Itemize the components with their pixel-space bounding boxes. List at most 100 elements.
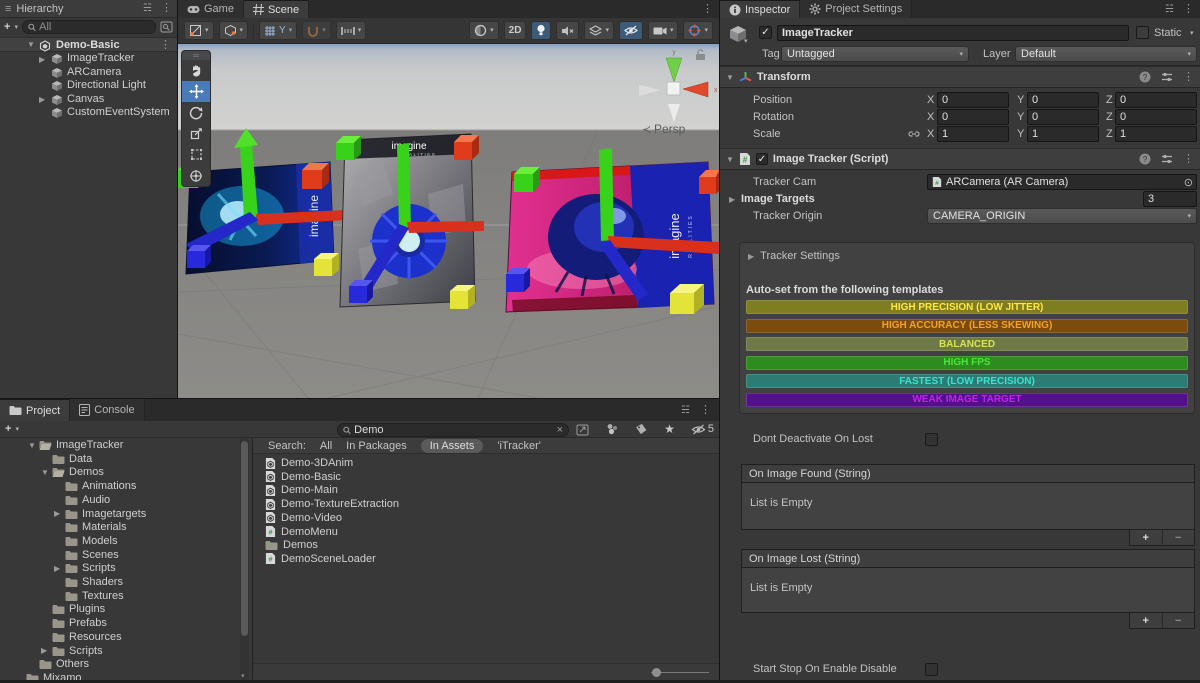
foldout-open-icon[interactable]: ▼: [726, 155, 734, 164]
hierarchy-item[interactable]: ▶ Canvas: [0, 93, 177, 107]
lock-icon[interactable]: ☵: [681, 405, 690, 416]
foldout-closed-icon[interactable]: ▶: [729, 195, 735, 204]
tree-item[interactable]: Shaders: [0, 575, 252, 589]
template-fastest-button[interactable]: FASTEST (LOW PRECISION): [746, 374, 1188, 388]
scroll-down-icon[interactable]: ▾: [241, 672, 245, 680]
event-header[interactable]: On Image Lost (String): [742, 550, 1194, 568]
tracker-settings-foldout[interactable]: ▶ Tracker Settings: [748, 250, 840, 262]
create-asset-button[interactable]: +: [5, 423, 11, 435]
scale-z-input[interactable]: [1115, 126, 1197, 142]
tracker-cam-object-field[interactable]: # ARCamera (AR Camera) ⊙: [927, 174, 1197, 190]
layer-dropdown[interactable]: Default▾: [1015, 46, 1197, 62]
icon-caret[interactable]: ▾: [744, 38, 748, 45]
overlay-drag-handle[interactable]: ═: [182, 51, 210, 60]
project-search-input[interactable]: [354, 424, 553, 436]
image-target-flower[interactable]: imagine REALITIES: [336, 134, 484, 309]
hierarchy-search[interactable]: [22, 20, 156, 34]
tab-inspector[interactable]: Inspector: [720, 0, 800, 18]
scope-in-packages[interactable]: In Packages: [346, 440, 407, 452]
add-gameobject-button[interactable]: +: [4, 21, 10, 33]
transform-header[interactable]: ▼ Transform ? ⋮: [720, 66, 1200, 88]
template-high-precision-button[interactable]: HIGH PRECISION (LOW JITTER): [746, 300, 1188, 314]
2d-toggle-button[interactable]: 2D: [504, 21, 527, 40]
tab-scene[interactable]: Scene: [244, 0, 309, 18]
static-caret-icon[interactable]: ▾: [1190, 30, 1194, 37]
clear-search-icon[interactable]: ×: [557, 424, 563, 436]
tree-item[interactable]: ▶Scripts: [0, 644, 252, 658]
scale-y-input[interactable]: [1027, 126, 1099, 142]
rect-tool-button[interactable]: [182, 144, 210, 165]
result-item[interactable]: #DemoSceneLoader: [265, 552, 719, 566]
scale-x-input[interactable]: [937, 126, 1009, 142]
tree-item[interactable]: Materials: [0, 520, 252, 534]
tab-project[interactable]: Project: [0, 399, 70, 421]
scene-camera-button[interactable]: ▾: [648, 21, 679, 40]
save-search-icon[interactable]: [576, 424, 589, 436]
favorites-star-icon[interactable]: ★: [664, 422, 675, 436]
remove-event-button[interactable]: −: [1162, 530, 1195, 545]
presets-icon[interactable]: [1161, 153, 1173, 165]
tag-dropdown[interactable]: Untagged▾: [781, 46, 969, 62]
zoom-slider-knob[interactable]: [652, 668, 661, 677]
hidden-count-toggle[interactable]: 5: [691, 423, 714, 435]
component-enabled-checkbox[interactable]: ✓: [756, 153, 768, 165]
object-picker-icon[interactable]: ⊙: [1184, 176, 1193, 189]
result-item[interactable]: Demos: [265, 538, 719, 552]
image-target-ladybug[interactable]: imagine REALITIES: [506, 148, 719, 314]
hierarchy-item[interactable]: ARCamera: [0, 66, 177, 80]
gameobject-name-input[interactable]: [777, 25, 1129, 41]
tree-item[interactable]: ▶Imagetargets: [0, 507, 252, 521]
more-menu-icon[interactable]: ⋮: [1183, 4, 1194, 15]
component-menu-icon[interactable]: ⋮: [1183, 72, 1194, 83]
static-checkbox[interactable]: [1136, 26, 1149, 39]
result-item[interactable]: Demo-3DAnim: [265, 456, 719, 470]
tree-item[interactable]: Prefabs: [0, 616, 252, 630]
foldout-open-icon[interactable]: ▼: [726, 73, 734, 82]
hierarchy-item[interactable]: CustomEventSystem: [0, 106, 177, 120]
active-checkbox[interactable]: ✓: [759, 26, 772, 39]
foldout-closed-icon[interactable]: ▶: [39, 55, 45, 64]
scene-more-icon[interactable]: ⋮: [702, 4, 713, 15]
label-tag-icon[interactable]: [635, 423, 648, 435]
template-balanced-button[interactable]: BALANCED: [746, 337, 1188, 351]
asset-bundle-icon[interactable]: [606, 423, 619, 435]
tracker-origin-dropdown[interactable]: CAMERA_ORIGIN▾: [927, 208, 1197, 224]
foldout-closed-icon[interactable]: ▶: [39, 95, 45, 104]
result-item[interactable]: Demo-Main: [265, 483, 719, 497]
help-icon[interactable]: ?: [1139, 153, 1151, 165]
tree-item[interactable]: Audio: [0, 493, 252, 507]
event-header[interactable]: On Image Found (String): [742, 465, 1194, 483]
gizmos-button[interactable]: ▾: [683, 21, 713, 40]
lock-icon[interactable]: ☵: [143, 3, 152, 14]
tree-item[interactable]: ▼Demos: [0, 465, 252, 479]
tree-item[interactable]: Plugins: [0, 602, 252, 616]
tool-handle-position-button[interactable]: ▾: [184, 21, 214, 40]
add-event-button[interactable]: +: [1130, 613, 1162, 628]
hierarchy-search-input[interactable]: [39, 21, 150, 33]
saved-query[interactable]: 'iTracker': [497, 440, 541, 452]
position-z-input[interactable]: [1115, 92, 1197, 108]
more-menu-icon[interactable]: ⋮: [161, 3, 172, 14]
tree-item[interactable]: Textures: [0, 589, 252, 603]
scope-all[interactable]: All: [320, 440, 332, 452]
link-icon[interactable]: [908, 129, 920, 139]
tree-item[interactable]: Others: [0, 657, 252, 671]
grid-visibility-button[interactable]: Y ▾: [259, 21, 297, 40]
presets-icon[interactable]: [1161, 71, 1173, 83]
move-tool-button[interactable]: [182, 81, 210, 102]
tree-item[interactable]: Data: [0, 452, 252, 466]
tree-item[interactable]: Mixamo: [0, 671, 252, 680]
result-item[interactable]: Demo-TextureExtraction: [265, 497, 719, 511]
hierarchy-scene-row[interactable]: ▼ Demo-Basic ⋮: [0, 37, 177, 52]
result-item[interactable]: #DemoMenu: [265, 525, 719, 539]
snap-increment-button[interactable]: ▾: [302, 21, 331, 40]
dont-deactivate-checkbox[interactable]: [925, 433, 938, 446]
tree-item[interactable]: Scenes: [0, 548, 252, 562]
start-stop-checkbox[interactable]: [925, 663, 938, 676]
lighting-toggle-button[interactable]: [531, 21, 551, 40]
scale-tool-button[interactable]: [182, 123, 210, 144]
result-item[interactable]: Demo-Video: [265, 511, 719, 525]
transform-tool-button[interactable]: [182, 165, 210, 186]
tool-handle-rotation-button[interactable]: ▾: [219, 21, 249, 40]
rotate-tool-button[interactable]: [182, 102, 210, 123]
